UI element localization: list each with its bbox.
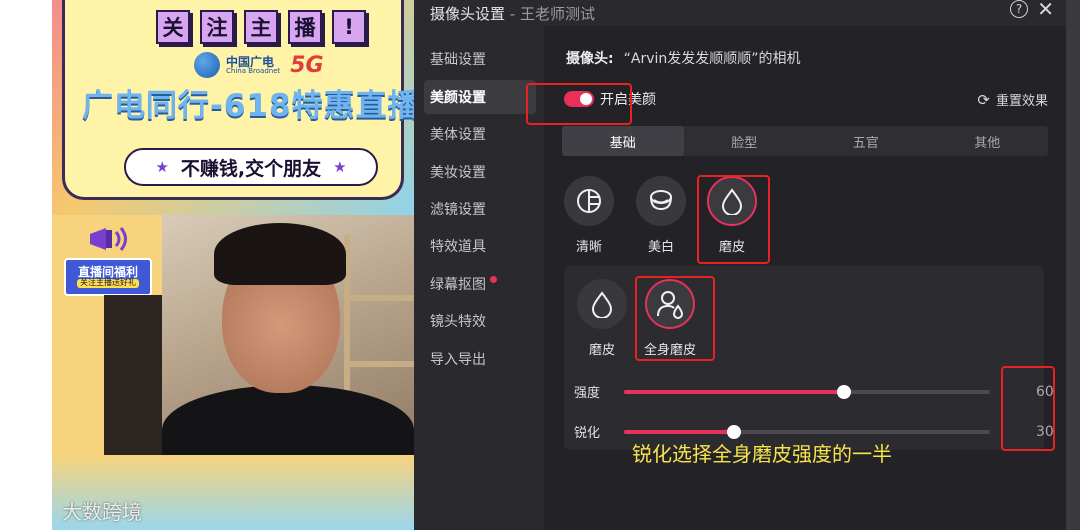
slogan-text: 不赚钱,交个朋友	[180, 157, 322, 180]
reset-label: 重置效果	[995, 94, 1048, 109]
sidebar-item-beauty[interactable]: 美颜设置	[424, 80, 536, 114]
follow-char: 主	[244, 10, 278, 44]
strength-value: 60	[1036, 383, 1054, 400]
tab-basic[interactable]: 基础	[562, 126, 684, 156]
sharpen-handle[interactable]	[726, 424, 741, 439]
beauty-panel: 摄像头: “Arvin发发发顺顺顺”的相机 开启美颜 ⟳ 重置效果 基础 脸型 五…	[544, 26, 1066, 530]
effect-label: 美白	[647, 240, 674, 255]
tab-other[interactable]: 其他	[927, 126, 1049, 156]
brand-name-cn: 中国广电	[226, 54, 275, 69]
left-edge-strip	[0, 0, 52, 530]
drop-icon	[577, 279, 627, 329]
follow-banner: 关 注 主 播 !	[156, 10, 366, 44]
strength-label: 强度	[574, 386, 601, 401]
reset-button[interactable]: ⟳ 重置效果	[977, 90, 1048, 110]
watermark: 大数跨境	[62, 500, 142, 524]
strength-handle[interactable]	[836, 384, 851, 399]
strength-slider-row: 强度 60	[574, 382, 1054, 402]
sidebar-item-basic[interactable]: 基础设置	[424, 42, 536, 76]
sidebar-item-effects[interactable]: 特效道具	[424, 229, 536, 263]
subeffect-smoothing[interactable]: 磨皮	[574, 279, 630, 358]
subeffect-full-body-smoothing[interactable]: 全身磨皮	[642, 279, 698, 358]
refresh-icon: ⟳	[977, 90, 990, 109]
effect-label: 清晰	[575, 240, 602, 255]
person-drop-icon	[645, 279, 695, 329]
camera-feed-edge	[104, 295, 162, 455]
globe-logo-icon	[194, 52, 220, 78]
title-bar: 摄像头设置 - 王老师测试 ? ✕	[414, 0, 1066, 26]
sidebar-item-filter[interactable]: 滤镜设置	[424, 192, 536, 226]
effect-label: 全身磨皮	[643, 343, 696, 358]
poster-slogan: ★ 不赚钱,交个朋友 ★	[124, 148, 378, 186]
camera-settings-dialog: 摄像头设置 - 王老师测试 ? ✕ 基础设置 美颜设置 美体设置 美妆设置 滤镜…	[414, 0, 1066, 530]
poster-headline: 广电同行-618特惠直播	[82, 88, 414, 124]
close-icon[interactable]: ✕	[1037, 0, 1054, 21]
brand-logo: 中国广电 China Broadnet 5G	[194, 52, 324, 78]
sharpen-fill	[624, 429, 734, 434]
megaphone-icon	[90, 227, 127, 251]
annotation-text: 锐化选择全身磨皮强度的一半	[632, 442, 892, 466]
welfare-tag: 直播间福利 关注主播送好礼	[64, 258, 152, 296]
strength-slider[interactable]	[624, 384, 990, 399]
beauty-toggle-label: 开启美颜	[600, 92, 656, 108]
clarity-icon	[564, 176, 614, 226]
star-icon: ★	[333, 158, 347, 176]
sidebar-item-import-export[interactable]: 导入导出	[424, 342, 536, 376]
dialog-title: 摄像头设置 - 王老师测试	[430, 4, 595, 23]
camera-name: 摄像头: “Arvin发发发顺顺顺”的相机	[566, 51, 801, 67]
sidebar-item-greenscreen[interactable]: 绿幕抠图	[424, 267, 536, 301]
beauty-tabs: 基础 脸型 五官 其他	[562, 126, 1048, 156]
dialog-subtitle: - 王老师测试	[505, 4, 595, 23]
effect-clarity[interactable]: 清晰	[561, 176, 617, 255]
person-hair	[214, 223, 346, 285]
strength-fill	[624, 389, 844, 394]
follow-char: 关	[156, 10, 190, 44]
brand-5g: 5G	[290, 52, 324, 78]
sidebar-item-lens[interactable]: 镜头特效	[424, 304, 536, 338]
whitening-icon	[636, 176, 686, 226]
live-preview: 关 注 主 播 ! 中国广电 China Broadnet 5G 广电同行-61…	[52, 0, 414, 530]
settings-sidebar: 基础设置 美颜设置 美体设置 美妆设置 滤镜设置 特效道具 绿幕抠图 镜头特效 …	[414, 26, 544, 530]
effect-smoothing[interactable]: 磨皮	[704, 176, 760, 255]
effect-whitening[interactable]: 美白	[633, 176, 689, 255]
follow-char: 注	[200, 10, 234, 44]
effect-label: 磨皮	[588, 343, 615, 358]
star-icon: ★	[155, 158, 169, 176]
sidebar-item-body[interactable]: 美体设置	[424, 117, 536, 151]
screen: 关 注 主 播 ! 中国广电 China Broadnet 5G 广电同行-61…	[0, 0, 1080, 530]
sidebar-item-makeup[interactable]: 美妆设置	[424, 155, 536, 189]
beauty-toggle[interactable]	[564, 91, 594, 107]
sharpen-slider[interactable]	[624, 424, 990, 439]
follow-char: 播	[288, 10, 322, 44]
effect-label: 磨皮	[718, 240, 745, 255]
sharpen-label: 锐化	[574, 426, 601, 441]
welfare-subtitle: 关注主播送好礼	[77, 278, 139, 288]
sharpen-value: 30	[1036, 423, 1054, 440]
smoothing-subpanel: 磨皮 全身磨皮 强度 60 锐化 30	[564, 266, 1054, 450]
follow-char: !	[332, 10, 366, 44]
new-badge-dot	[490, 275, 497, 283]
camera-feed	[162, 215, 414, 455]
help-icon[interactable]: ?	[1010, 0, 1028, 18]
brand-name-en: China Broadnet	[226, 66, 281, 75]
tab-face-shape[interactable]: 脸型	[684, 126, 806, 156]
tab-features[interactable]: 五官	[805, 126, 927, 156]
beauty-toggle-row: 开启美颜	[564, 89, 656, 109]
right-edge-strip	[1066, 0, 1080, 530]
drop-icon	[707, 176, 757, 226]
